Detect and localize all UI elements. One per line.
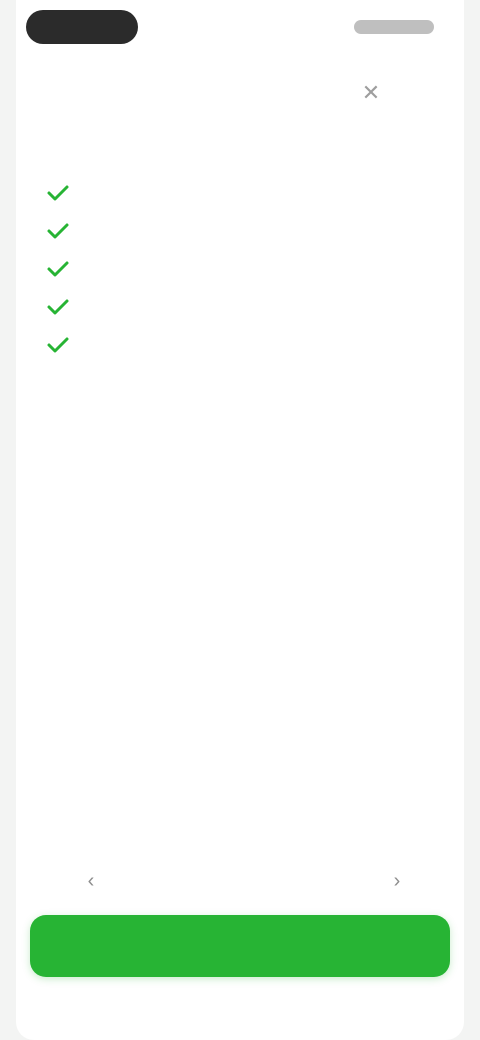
check-icon <box>47 185 69 201</box>
close-icon[interactable]: ✕ <box>358 80 384 106</box>
chevron-left-icon[interactable]: ‹ <box>76 866 106 896</box>
check-icon <box>47 223 69 239</box>
primary-action-button[interactable] <box>30 915 450 977</box>
step-item <box>38 253 432 279</box>
step-item <box>38 329 432 355</box>
step-item <box>38 177 432 203</box>
chevron-right-icon[interactable]: › <box>382 866 412 896</box>
status-bar <box>0 0 480 60</box>
status-pill <box>26 10 138 44</box>
step-item <box>38 215 432 241</box>
check-icon <box>47 261 69 277</box>
pager: ‹ › <box>60 866 420 896</box>
steps-list <box>38 165 432 355</box>
status-indicators <box>354 20 434 34</box>
check-icon <box>47 299 69 315</box>
step-item <box>38 291 432 317</box>
check-icon <box>47 337 69 353</box>
